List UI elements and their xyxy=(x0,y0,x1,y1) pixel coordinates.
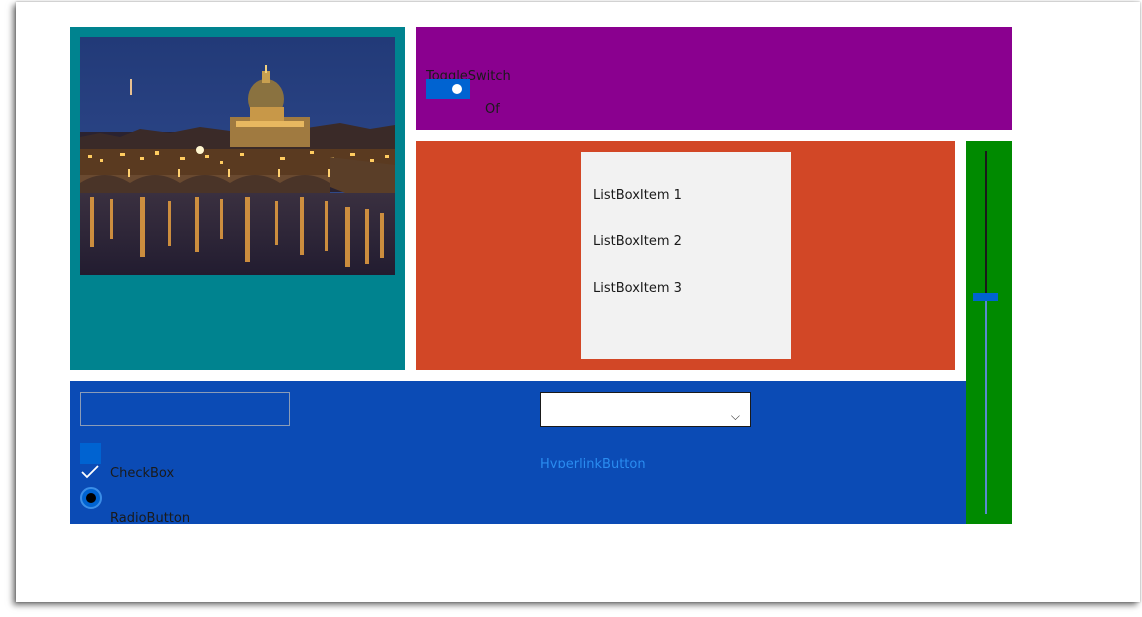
list-item[interactable]: ListBoxItem 2 xyxy=(593,234,682,245)
checkbox[interactable] xyxy=(80,443,101,464)
checkmark-icon xyxy=(81,465,99,479)
checkbox-label: CheckBox xyxy=(110,466,175,477)
rome-night-image xyxy=(80,37,395,275)
list-item[interactable]: ListBoxItem 3 xyxy=(593,281,682,292)
toggle-switch[interactable] xyxy=(426,79,470,99)
listbox[interactable]: ListBoxItem 1 ListBoxItem 2 ListBoxItem … xyxy=(581,152,791,359)
combobox[interactable]: ⌵ xyxy=(540,392,751,427)
toggle-panel: ToggleSwitch Of xyxy=(416,27,1012,130)
listbox-panel: ListBoxItem 1 ListBoxItem 2 ListBoxItem … xyxy=(416,141,955,370)
radio-button[interactable] xyxy=(80,487,102,509)
text-input[interactable] xyxy=(80,392,290,426)
app-window: ToggleSwitch Of ListBoxItem 1 ListBoxIte… xyxy=(16,2,1140,602)
slider-panel xyxy=(966,141,1012,524)
slider-thumb[interactable] xyxy=(973,293,998,301)
toggle-state-label: Of xyxy=(485,102,500,113)
list-item[interactable]: ListBoxItem 1 xyxy=(593,188,682,199)
radio-dot xyxy=(86,493,96,503)
toggle-knob xyxy=(452,84,462,94)
chevron-down-icon: ⌵ xyxy=(730,409,740,423)
slider-track-lower[interactable] xyxy=(985,301,987,514)
controls-panel: ⌵ CheckBox RadioButton HyperlinkButton xyxy=(70,381,966,524)
image-panel xyxy=(70,27,405,370)
radio-label: RadioButton xyxy=(110,511,191,522)
slider-track-upper[interactable] xyxy=(985,151,987,297)
hyperlink-button[interactable]: HyperlinkButton xyxy=(540,457,646,468)
